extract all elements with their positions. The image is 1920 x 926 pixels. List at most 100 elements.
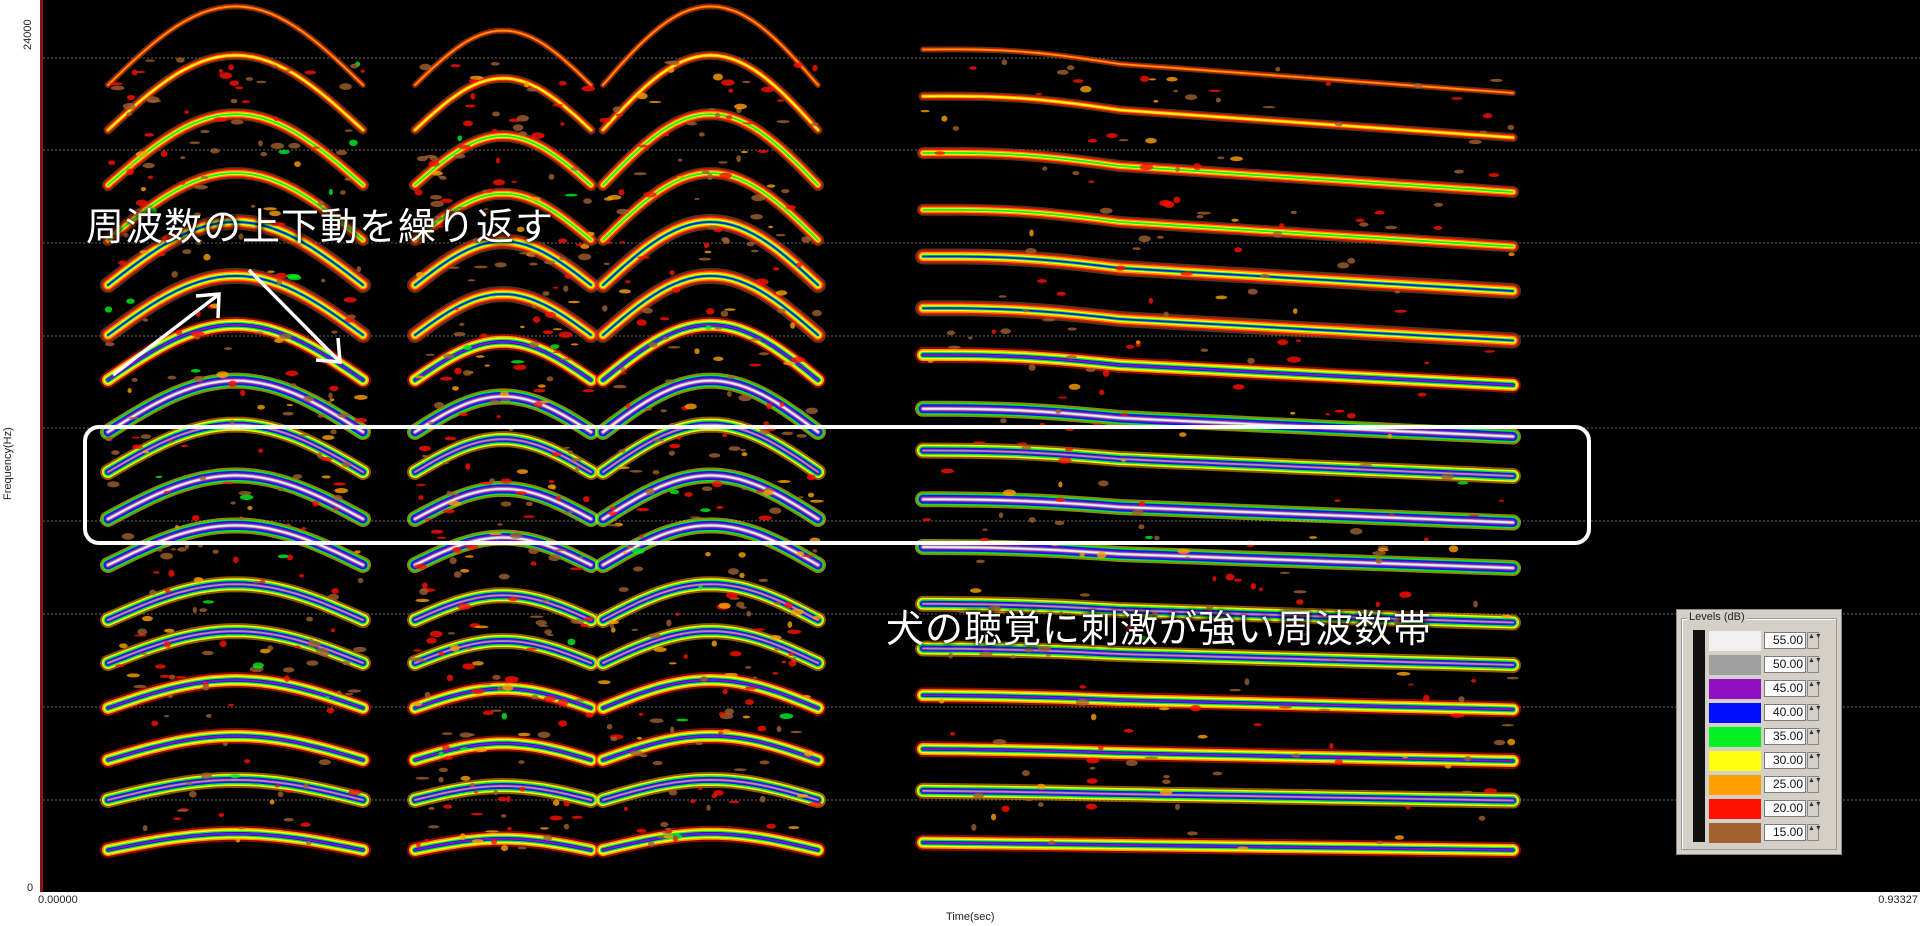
noise-speck	[303, 395, 314, 402]
noise-speck	[212, 549, 219, 554]
noise-speck	[317, 414, 326, 418]
noise-speck	[153, 571, 160, 574]
legend-spin-button[interactable]: ▲▼	[1807, 656, 1822, 673]
noise-speck	[1405, 805, 1411, 810]
noise-speck	[686, 121, 698, 126]
legend-spin-button[interactable]: ▲▼	[1807, 824, 1822, 841]
noise-speck	[452, 386, 459, 391]
legend-spin-button[interactable]: ▲▼	[1807, 776, 1822, 793]
noise-speck	[497, 796, 508, 802]
noise-speck	[698, 132, 705, 137]
noise-speck	[808, 802, 823, 807]
noise-speck	[448, 266, 460, 269]
noise-speck	[558, 238, 568, 243]
noise-speck	[1135, 340, 1141, 344]
legend-level-input[interactable]: 55.00	[1764, 632, 1806, 649]
noise-speck	[1067, 327, 1077, 331]
noise-speck	[1318, 708, 1331, 711]
noise-speck	[176, 57, 185, 63]
legend-spin-button[interactable]: ▲▼	[1807, 752, 1822, 769]
noise-speck	[652, 760, 663, 766]
noise-speck	[629, 750, 644, 756]
noise-speck	[701, 170, 710, 175]
noise-speck	[552, 103, 564, 107]
legend-level-input[interactable]: 20.00	[1764, 800, 1806, 817]
legend-spin-button[interactable]: ▲▼	[1807, 680, 1822, 697]
x-tick-right: 0.93327	[1878, 894, 1918, 906]
noise-speck	[257, 404, 265, 410]
legend-level-input[interactable]: 45.00	[1764, 680, 1806, 697]
noise-speck	[1399, 591, 1412, 598]
noise-speck	[529, 615, 544, 618]
noise-speck	[598, 680, 611, 685]
noise-speck	[329, 385, 339, 392]
noise-speck	[274, 338, 284, 344]
noise-speck	[607, 195, 622, 200]
noise-speck	[1200, 348, 1209, 352]
noise-speck	[1138, 235, 1151, 243]
noise-speck	[484, 364, 491, 367]
noise-speck	[115, 664, 125, 668]
legend-level-input[interactable]: 40.00	[1764, 704, 1806, 721]
noise-speck	[126, 112, 132, 116]
legend-spin-button[interactable]: ▲▼	[1807, 704, 1822, 721]
noise-speck	[1166, 76, 1178, 82]
noise-speck	[1057, 396, 1068, 399]
noise-speck	[542, 599, 550, 603]
noise-speck	[1483, 113, 1493, 119]
noise-speck	[574, 698, 587, 702]
noise-speck	[718, 731, 724, 735]
noise-speck	[258, 140, 263, 147]
noise-speck	[442, 744, 450, 751]
noise-speck	[447, 632, 456, 635]
noise-speck	[618, 289, 631, 294]
noise-speck	[633, 172, 647, 176]
noise-speck	[450, 644, 460, 652]
noise-speck	[443, 804, 453, 809]
noise-speck	[713, 356, 724, 361]
noise-speck	[438, 767, 448, 773]
legend-level-input[interactable]: 30.00	[1764, 752, 1806, 769]
noise-speck	[1187, 831, 1198, 836]
noise-speck	[757, 149, 769, 153]
noise-speck	[469, 782, 476, 788]
noise-speck	[429, 630, 443, 638]
noise-speck	[252, 662, 264, 669]
noise-speck	[1153, 100, 1159, 103]
noise-speck	[580, 623, 589, 628]
noise-speck	[1396, 671, 1411, 676]
noise-speck	[277, 554, 289, 559]
noise-speck	[489, 400, 501, 404]
legend-level-input[interactable]: 35.00	[1764, 728, 1806, 745]
legend-level-input[interactable]: 50.00	[1764, 656, 1806, 673]
noise-speck	[228, 380, 237, 388]
noise-speck	[414, 375, 425, 379]
noise-speck	[675, 612, 680, 616]
noise-speck	[109, 82, 123, 86]
legend-level-input[interactable]: 25.00	[1764, 776, 1806, 793]
noise-speck	[1329, 743, 1334, 750]
legend-spin-button[interactable]: ▲▼	[1807, 632, 1822, 649]
legend-level-row: 20.00 ▲▼	[1709, 798, 1835, 820]
noise-speck	[495, 157, 501, 164]
noise-speck	[676, 718, 689, 722]
noise-speck	[1021, 770, 1030, 776]
noise-speck	[433, 402, 445, 409]
noise-speck	[724, 708, 734, 715]
noise-speck	[318, 759, 331, 766]
noise-speck	[545, 311, 556, 318]
legend-spin-button[interactable]: ▲▼	[1807, 728, 1822, 745]
legend-level-input[interactable]: 15.00	[1764, 824, 1806, 841]
noise-speck	[1454, 169, 1464, 174]
noise-speck	[223, 347, 233, 350]
noise-speck	[276, 278, 283, 286]
noise-speck	[663, 834, 674, 839]
noise-speck	[347, 689, 361, 693]
noise-speck	[611, 627, 616, 633]
noise-speck	[1287, 356, 1301, 363]
legend-spin-button[interactable]: ▲▼	[1807, 800, 1822, 817]
noise-speck	[1325, 413, 1331, 416]
noise-speck	[579, 556, 584, 558]
noise-speck	[485, 830, 499, 833]
noise-speck	[272, 64, 277, 68]
